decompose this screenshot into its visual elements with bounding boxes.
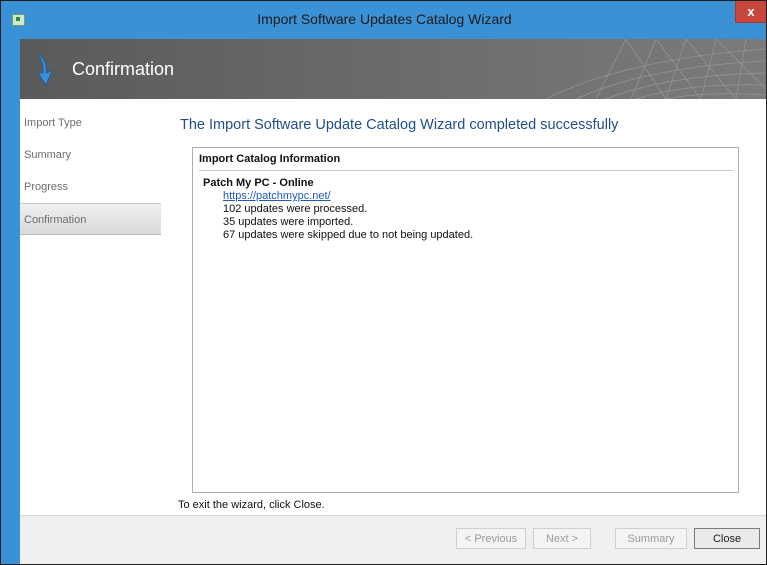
catalog-name: Patch My PC - Online bbox=[203, 177, 314, 189]
main-content: The Import Software Update Catalog Wizar… bbox=[161, 99, 766, 515]
wizard-arrow-icon bbox=[37, 52, 53, 87]
nav-item-import-type[interactable]: Import Type bbox=[20, 107, 161, 139]
catalog-link[interactable]: https://patchmypc.net/ bbox=[223, 190, 331, 202]
wizard-window: Import Software Updates Catalog Wizard x bbox=[0, 0, 767, 565]
nav-item-confirmation[interactable]: Confirmation bbox=[20, 203, 161, 235]
completion-headline: The Import Software Update Catalog Wizar… bbox=[180, 117, 619, 133]
summary-button[interactable]: Summary bbox=[615, 528, 687, 549]
page-title: Confirmation bbox=[72, 59, 175, 79]
info-panel-header: Import Catalog Information bbox=[199, 153, 341, 165]
header-divider bbox=[199, 170, 733, 171]
title-bar[interactable]: Import Software Updates Catalog Wizard x bbox=[1, 1, 766, 39]
previous-button[interactable]: < Previous bbox=[456, 528, 526, 549]
banner-mesh-graphic bbox=[545, 39, 766, 99]
next-button[interactable]: Next > bbox=[533, 528, 591, 549]
nav-item-progress[interactable]: Progress bbox=[20, 171, 161, 203]
close-window-button[interactable]: x bbox=[735, 1, 766, 23]
page-banner: Confirmation bbox=[20, 39, 766, 99]
processed-count-line: 102 updates were processed. bbox=[223, 203, 368, 215]
catalog-link-row: https://patchmypc.net/ bbox=[223, 190, 331, 202]
imported-count-line: 35 updates were imported. bbox=[223, 216, 354, 228]
nav-item-summary[interactable]: Summary bbox=[20, 139, 161, 171]
close-button[interactable]: Close bbox=[694, 528, 760, 549]
exit-hint-text: To exit the wizard, click Close. bbox=[178, 499, 325, 511]
wizard-step-nav: Import Type Summary Progress Confirmatio… bbox=[20, 99, 161, 515]
skipped-count-line: 67 updates were skipped due to not being… bbox=[223, 229, 474, 241]
window-title: Import Software Updates Catalog Wizard bbox=[257, 11, 512, 27]
catalog-info-panel[interactable]: Import Catalog Information Patch My PC -… bbox=[192, 147, 739, 493]
wizard-client-area: Confirmation Import Type Summary Progres… bbox=[20, 39, 766, 564]
wizard-footer: < Previous Next > Summary Close bbox=[20, 515, 766, 564]
